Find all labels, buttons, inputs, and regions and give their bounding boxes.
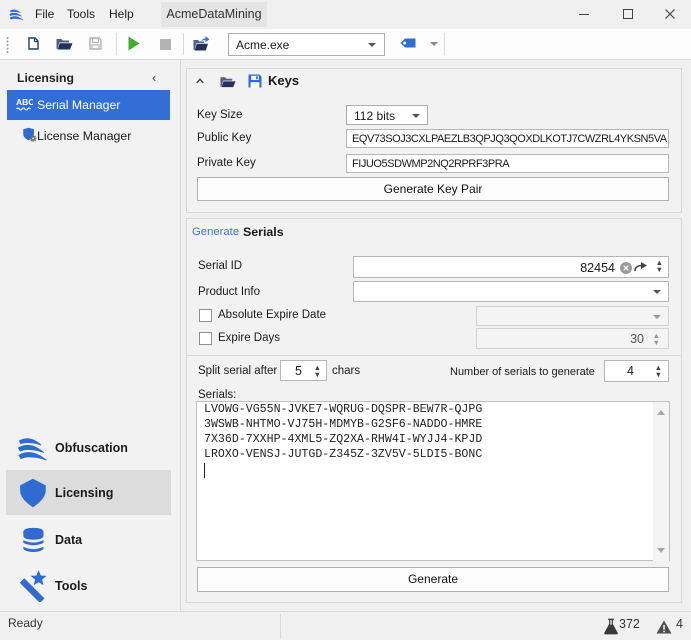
svg-text:ABC: ABC [16, 97, 33, 107]
